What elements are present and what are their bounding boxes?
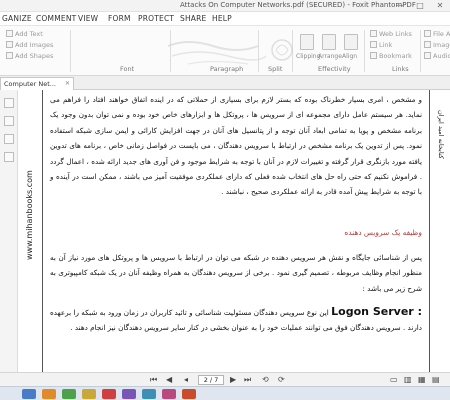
cover-page-icon[interactable]: ▤ (432, 375, 440, 384)
close-tab-icon[interactable]: ✕ (65, 80, 70, 87)
bookmark-button[interactable]: Bookmark (370, 52, 412, 60)
minimize-button[interactable]: — (390, 0, 410, 12)
previous-view-icon[interactable]: ⟲ (262, 375, 269, 384)
paperclip-icon (424, 30, 431, 37)
menu-organize[interactable]: GANIZE (2, 14, 32, 23)
bookmarks-panel-icon[interactable] (4, 98, 14, 108)
first-page-button[interactable]: ⏮ (150, 375, 157, 385)
add-text-button[interactable]: Add Text (6, 30, 43, 38)
document-view[interactable]: www.mihanbooks.com کتابخانه امید ایران و… (18, 90, 450, 372)
maximize-button[interactable]: □ (410, 0, 430, 12)
link-button[interactable]: Link (370, 41, 392, 49)
page-navigation-bar: ⏮ ◀ ◂ 2 / 7 ▶ ⏭ ⟲ ⟳ ▭ ▥ ▦ ▤ (0, 372, 450, 386)
page-number-input[interactable]: 2 / 7 (198, 375, 224, 385)
file-attachment-button[interactable]: File A (424, 30, 450, 38)
attachments-panel-icon[interactable] (4, 152, 14, 162)
taskbar-app-icon[interactable] (142, 389, 156, 399)
group-effectivity-label: Effectivity (318, 65, 351, 73)
right-margin-text: کتابخانه امید ایران (430, 110, 450, 250)
menu-share[interactable]: SHARE (180, 14, 206, 23)
clipping-icon[interactable] (300, 34, 314, 50)
add-shapes-button[interactable]: Add Shapes (6, 52, 53, 60)
align-icon[interactable] (344, 34, 358, 50)
align-label: Align (342, 53, 358, 60)
margin-library: کتابخانه امید ایران (437, 110, 445, 159)
audio-video-button[interactable]: Audio (424, 52, 450, 60)
next-view-icon[interactable]: ⟳ (278, 375, 285, 384)
left-margin-text: www.mihanbooks.com (19, 140, 39, 280)
paragraph-server-roles: پس از شناسائی جایگاه و نقش هر سرویس دهند… (50, 253, 422, 293)
margin-website: www.mihanbooks.com (25, 170, 34, 260)
film-icon (424, 52, 431, 59)
previous-page-button[interactable]: ◀ (166, 375, 172, 384)
document-tab[interactable]: Computer Net... ✕ (0, 77, 74, 90)
group-links-label: Links (392, 65, 409, 73)
title-bar: Attacks On Computer Networks.pdf (SECURE… (0, 0, 450, 12)
next-page-button[interactable]: ▶ (230, 375, 236, 384)
taskbar (0, 386, 450, 400)
menu-help[interactable]: HELP (212, 14, 232, 23)
ribbon-separator (70, 30, 71, 72)
image-annotation-button[interactable]: Image (424, 41, 450, 49)
foxit-app-window: Attacks On Computer Networks.pdf (SECURE… (0, 0, 450, 400)
taskbar-app-icon[interactable] (22, 389, 36, 399)
clipping-label: Clipping (296, 53, 321, 60)
paragraph-logon-server: Logon Server : این نوع سرویس دهندگان مسئ… (50, 304, 422, 336)
last-page-button[interactable]: ⏭ (244, 375, 251, 385)
document-tab-label: Computer Net... (4, 80, 56, 88)
add-images-button[interactable]: Add Images (6, 41, 53, 49)
pages-panel-icon[interactable] (4, 116, 14, 126)
single-page-icon[interactable]: ▭ (390, 375, 398, 384)
arrange-icon[interactable] (322, 34, 336, 50)
document-tab-strip: Computer Net... ✕ (0, 76, 450, 90)
watermark-logo-icon (167, 39, 293, 65)
section-heading: وظیفه یک سرویس دهنده (344, 228, 422, 237)
image-icon (6, 41, 13, 48)
taskbar-app-icon[interactable] (82, 389, 96, 399)
taskbar-app-icon[interactable] (162, 389, 176, 399)
taskbar-app-icon[interactable] (42, 389, 56, 399)
ribbon-separator (364, 30, 365, 72)
window-title: Attacks On Computer Networks.pdf (SECURE… (180, 1, 416, 9)
logon-server-term: Logon Server : (331, 305, 423, 318)
web-links-button[interactable]: Web Links (370, 30, 412, 38)
foxit-taskbar-icon[interactable] (182, 389, 196, 399)
continuous-page-icon[interactable]: ▥ (404, 375, 412, 384)
globe-icon (370, 30, 377, 37)
group-font-label: Font (120, 65, 135, 73)
taskbar-app-icon[interactable] (122, 389, 136, 399)
menu-protect[interactable]: PROTECT (138, 14, 174, 23)
close-button[interactable]: ✕ (430, 0, 450, 12)
arrange-label: Arrange (318, 53, 342, 60)
shape-icon (6, 52, 13, 59)
menu-bar: GANIZE COMMENT VIEW FORM PROTECT SHARE H… (0, 12, 450, 26)
prev-arrow-icon[interactable]: ◂ (184, 375, 188, 384)
paragraph-server-planning: و مشخص ، امری بسیار خطرناک بوده که بستر … (50, 95, 422, 197)
menu-view[interactable]: VIEW (78, 14, 98, 23)
taskbar-app-icon[interactable] (102, 389, 116, 399)
facing-page-icon[interactable]: ▦ (418, 375, 426, 384)
text-icon (6, 30, 13, 37)
ribbon-separator (420, 30, 421, 72)
bookmark-icon (370, 52, 377, 59)
taskbar-app-icon[interactable] (62, 389, 76, 399)
picture-icon (424, 41, 431, 48)
layers-panel-icon[interactable] (4, 134, 14, 144)
menu-comment[interactable]: COMMENT (36, 14, 76, 23)
menu-form[interactable]: FORM (108, 14, 131, 23)
link-icon (370, 41, 377, 48)
navigation-panel (0, 90, 18, 372)
